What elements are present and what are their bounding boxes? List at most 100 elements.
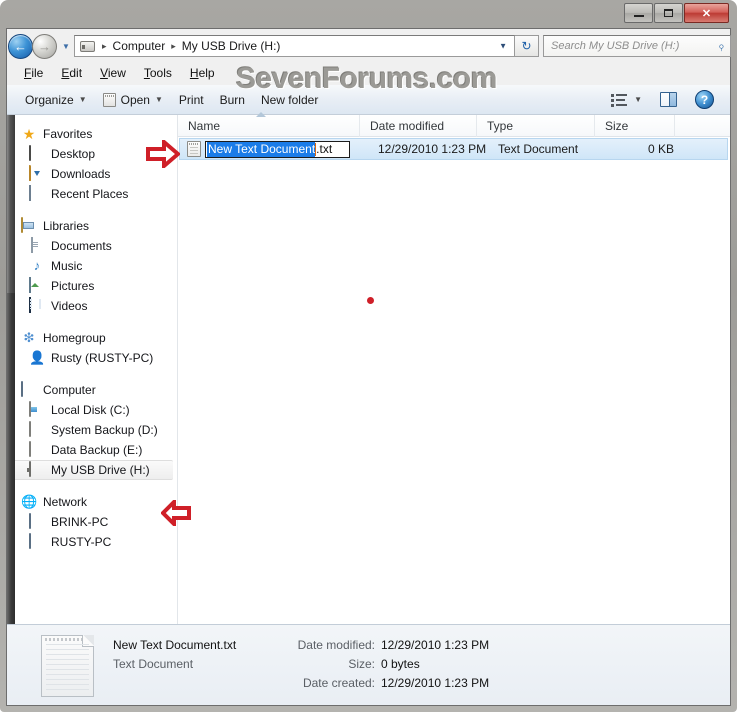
sidebar-item-music[interactable]: ♪ Music (7, 256, 177, 276)
menu-edit[interactable]: Edit (52, 65, 91, 81)
search-input[interactable]: Search My USB Drive (H:) (551, 40, 679, 52)
sidebar-label: Recent Places (51, 187, 129, 201)
details-file-type: Text Document (113, 657, 194, 671)
pictures-icon (29, 277, 31, 293)
change-view-icon (611, 92, 629, 108)
libraries-icon (21, 217, 23, 233)
sidebar-label: RUSTY-PC (51, 535, 112, 549)
menu-view[interactable]: View (91, 65, 135, 81)
chevron-down-icon: ▼ (634, 95, 642, 104)
details-value-size: 0 bytes (381, 657, 420, 671)
open-label: Open (120, 92, 150, 107)
sidebar-item-pictures[interactable]: Pictures (7, 276, 177, 296)
sidebar-item-data-backup-e[interactable]: Data Backup (E:) (7, 440, 177, 460)
sort-ascending-icon (256, 111, 266, 117)
menu-tools[interactable]: Tools (135, 65, 181, 81)
recent-pages-button[interactable]: ▼ (60, 42, 72, 51)
open-button[interactable]: Open ▼ (95, 89, 171, 111)
column-header-date-label: Date modified (370, 118, 445, 133)
explorer-window: ✕ ← → ▼ ▸ Computer ▸ My USB Drive (H:) ▼… (0, 0, 737, 712)
menu-help[interactable]: Help (181, 65, 224, 81)
downloads-icon (29, 165, 31, 181)
sidebar-item-my-usb-drive-h[interactable]: My USB Drive (H:) (9, 460, 173, 480)
column-header-date-modified[interactable]: Date modified (360, 114, 477, 137)
command-bar-right: ▼ ? (603, 86, 730, 113)
menu-bar: File Edit View Tools Help (7, 63, 730, 83)
sidebar-label: Network (43, 495, 88, 509)
menu-file[interactable]: File (15, 65, 52, 81)
sidebar-group-computer[interactable]: Computer (7, 380, 177, 400)
sidebar-group-homegroup[interactable]: ❇ Homegroup (7, 328, 177, 348)
menu-help-label: elp (198, 66, 215, 80)
command-bar: Organize ▼ Open ▼ Print Burn New folder (7, 85, 730, 115)
scrollbar-track[interactable] (7, 293, 15, 624)
documents-icon (31, 237, 33, 253)
system-drive-icon (29, 401, 31, 417)
breadcrumb-my-usb-drive[interactable]: My USB Drive (H:) (180, 39, 283, 53)
refresh-button[interactable]: ↻ (515, 35, 539, 57)
details-file-name: New Text Document.txt (113, 638, 237, 652)
navigation-scrollbar[interactable] (7, 115, 15, 624)
preview-pane-icon (660, 92, 677, 107)
organize-button[interactable]: Organize ▼ (17, 89, 95, 111)
breadcrumb-computer[interactable]: Computer (111, 39, 168, 53)
column-header-type[interactable]: Type (477, 114, 595, 137)
red-right-arrow-marker (146, 137, 182, 173)
sidebar-item-documents[interactable]: Documents (7, 236, 177, 256)
maximize-button[interactable] (654, 3, 683, 23)
sidebar-label: My USB Drive (H:) (51, 463, 150, 477)
sidebar-label: Videos (51, 299, 88, 313)
preview-pane-button[interactable] (652, 88, 685, 111)
help-button[interactable]: ? (687, 86, 722, 113)
sidebar-group-network[interactable]: 🌐 Network (7, 492, 177, 512)
menu-edit-label: dit (69, 66, 83, 80)
sidebar-item-brink-pc[interactable]: BRINK-PC (7, 512, 177, 532)
sidebar-item-videos[interactable]: Videos (7, 296, 177, 316)
new-folder-button[interactable]: New folder (253, 89, 326, 111)
details-value-date-modified: 12/29/2010 1:23 PM (381, 638, 490, 652)
back-button[interactable]: ← (8, 33, 33, 59)
address-dropdown-icon[interactable]: ▼ (499, 42, 507, 51)
computer-icon (29, 533, 31, 549)
menu-file-label: ile (31, 66, 44, 80)
print-button[interactable]: Print (171, 89, 212, 111)
minimize-button[interactable] (624, 3, 653, 23)
network-icon: 🌐 (21, 494, 38, 509)
table-row[interactable]: New Text Document .txt 12/29/2010 1:23 P… (179, 138, 728, 160)
navigation-pane: ★ Favorites Desktop Downloads Recent Pla… (7, 115, 178, 624)
details-text-block: New Text Document.txt Date modified: 12/… (94, 635, 489, 695)
organize-label: Organize (25, 92, 74, 107)
red-left-arrow-marker (160, 497, 191, 531)
hard-drive-icon (29, 421, 31, 437)
computer-icon (21, 381, 23, 397)
text-document-large-icon (41, 635, 94, 697)
close-button[interactable]: ✕ (684, 3, 729, 23)
explorer-body: ★ Favorites Desktop Downloads Recent Pla… (7, 111, 730, 624)
sidebar-label: Rusty (RUSTY-PC) (51, 351, 154, 365)
sidebar-group-libraries[interactable]: Libraries (7, 216, 177, 236)
search-box[interactable]: Search My USB Drive (H:) ⌕ (543, 35, 731, 57)
address-bar[interactable]: ▸ Computer ▸ My USB Drive (H:) ▼ (74, 35, 515, 57)
sidebar-item-rusty[interactable]: 👤 Rusty (RUSTY-PC) (7, 348, 177, 368)
title-bar: ✕ (0, 0, 737, 28)
breadcrumb-separator-icon: ▸ (102, 40, 107, 51)
sidebar-item-system-backup-d[interactable]: System Backup (D:) (7, 420, 177, 440)
sidebar-item-rusty-pc[interactable]: RUSTY-PC (7, 532, 177, 552)
rename-selected-text: New Text Document (207, 141, 316, 157)
sidebar-item-recent-places[interactable]: Recent Places (7, 184, 177, 204)
column-header-size[interactable]: Size (595, 114, 675, 137)
sidebar-item-local-disk-c[interactable]: Local Disk (C:) (7, 400, 177, 420)
forward-button[interactable]: → (32, 33, 57, 59)
column-header-type-label: Type (487, 118, 514, 133)
close-icon: ✕ (701, 7, 712, 20)
right-arrow-icon (146, 137, 182, 171)
scrollbar-thumb[interactable] (7, 115, 15, 293)
column-header-name[interactable]: Name (178, 111, 360, 137)
change-view-button[interactable]: ▼ (603, 88, 650, 112)
red-dot-marker (367, 297, 374, 304)
rename-input[interactable]: New Text Document .txt (205, 140, 350, 158)
burn-button[interactable]: Burn (212, 89, 253, 111)
